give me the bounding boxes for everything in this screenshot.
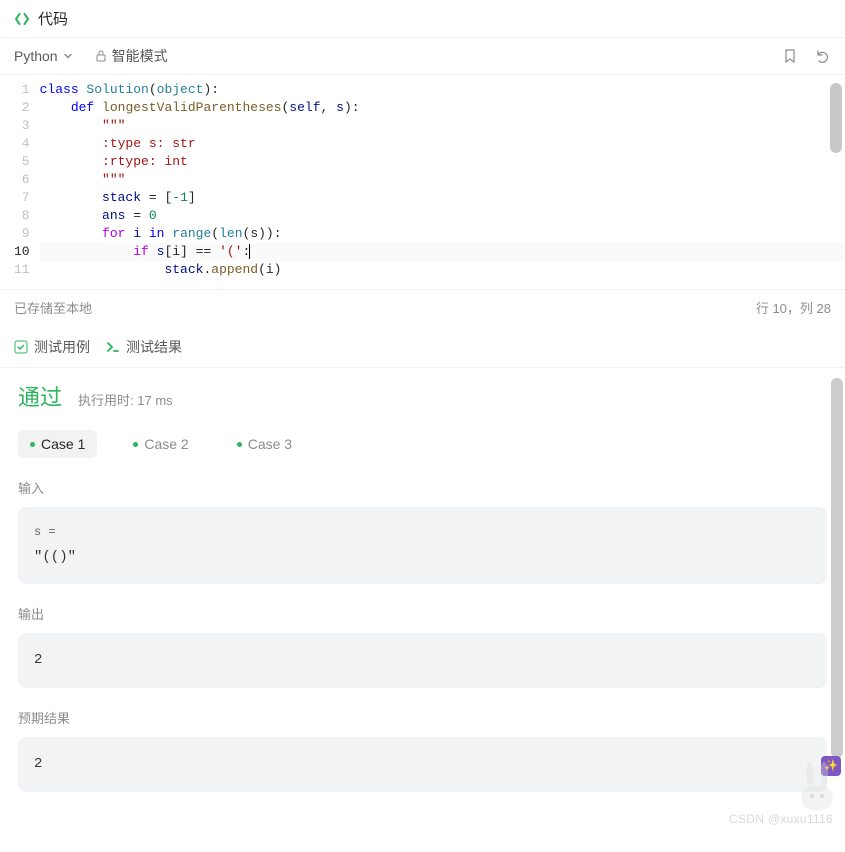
bookmark-icon — [782, 48, 798, 64]
code-line[interactable]: if s[i] == '(': — [40, 243, 845, 261]
output-box: 2 — [18, 633, 827, 688]
line-number: 6 — [14, 171, 30, 189]
code-area[interactable]: class Solution(object): def longestValid… — [40, 81, 845, 279]
tab-label: 测试结果 — [126, 337, 182, 357]
code-line[interactable]: """ — [40, 171, 845, 189]
line-number: 3 — [14, 117, 30, 135]
line-number: 2 — [14, 99, 30, 117]
language-label: Python — [14, 48, 58, 64]
code-line[interactable]: ans = 0 — [40, 207, 845, 225]
line-number: 4 — [14, 135, 30, 153]
editor-toolbar: Python 智能模式 — [0, 38, 845, 75]
line-number: 5 — [14, 153, 30, 171]
result-tabs: 测试用例 测试结果 — [0, 327, 845, 368]
code-line[interactable]: :rtype: int — [40, 153, 845, 171]
code-line[interactable]: """ — [40, 117, 845, 135]
terminal-icon — [106, 340, 120, 354]
runtime-text: 执行用时: 17 ms — [78, 390, 173, 409]
code-line[interactable]: stack.append(i) — [40, 261, 845, 279]
expected-box: 2 — [18, 737, 827, 792]
undo-button[interactable] — [813, 47, 831, 65]
bookmark-button[interactable] — [781, 47, 799, 65]
status-dot — [30, 442, 35, 447]
code-line[interactable]: :type s: str — [40, 135, 845, 153]
code-line[interactable]: for i in range(len(s)): — [40, 225, 845, 243]
tab-test-cases[interactable]: 测试用例 — [14, 337, 90, 357]
save-status: 已存储至本地 — [14, 298, 92, 317]
case-3[interactable]: Case 3 — [225, 430, 304, 458]
undo-icon — [814, 48, 830, 64]
bunny-mascot — [795, 760, 839, 812]
code-line[interactable]: class Solution(object): — [40, 81, 845, 99]
watermark: CSDN @xuxu1116 — [729, 812, 833, 826]
code-icon — [14, 11, 30, 27]
input-label: 输入 — [18, 478, 827, 497]
code-panel-header: 代码 — [0, 0, 845, 38]
result-scrollbar[interactable] — [831, 378, 843, 798]
editor-status-bar: 已存储至本地 行 10，列 28 — [0, 289, 845, 327]
case-1[interactable]: Case 1 — [18, 430, 97, 458]
input-box: s = "(()" — [18, 507, 827, 584]
line-gutter: 1234567891011 — [0, 81, 40, 279]
line-number: 8 — [14, 207, 30, 225]
scroll-thumb[interactable] — [830, 83, 842, 153]
tab-label: 测试用例 — [34, 337, 90, 357]
tab-test-result[interactable]: 测试结果 — [106, 337, 182, 357]
editor-scrollbar[interactable] — [830, 83, 842, 253]
panel-title: 代码 — [38, 8, 68, 29]
smart-mode[interactable]: 智能模式 — [94, 46, 168, 66]
case-2[interactable]: Case 2 — [121, 430, 200, 458]
check-square-icon — [14, 340, 28, 354]
line-number: 10 — [14, 243, 30, 261]
code-editor[interactable]: 1234567891011 class Solution(object): de… — [0, 75, 845, 289]
pass-status: 通过 — [18, 380, 62, 412]
line-number: 7 — [14, 189, 30, 207]
result-body: 通过 执行用时: 17 ms Case 1 Case 2 Case 3 输入 s… — [0, 368, 845, 832]
output-label: 输出 — [18, 604, 827, 623]
line-number: 1 — [14, 81, 30, 99]
case-selector: Case 1 Case 2 Case 3 — [18, 430, 827, 458]
cursor-position: 行 10，列 28 — [756, 298, 831, 317]
line-number: 11 — [14, 261, 30, 279]
chevron-down-icon — [62, 50, 74, 62]
scroll-thumb[interactable] — [831, 378, 843, 758]
mode-label: 智能模式 — [112, 46, 168, 66]
status-dot — [237, 442, 242, 447]
expected-value: 2 — [34, 751, 811, 778]
lock-icon — [94, 49, 108, 63]
input-value: "(()" — [34, 544, 811, 571]
status-dot — [133, 442, 138, 447]
code-line[interactable]: stack = [-1] — [40, 189, 845, 207]
language-selector[interactable]: Python — [14, 48, 74, 64]
input-varname: s = — [34, 521, 811, 544]
code-line[interactable]: def longestValidParentheses(self, s): — [40, 99, 845, 117]
output-value: 2 — [34, 647, 811, 674]
line-number: 9 — [14, 225, 30, 243]
expected-label: 预期结果 — [18, 708, 827, 727]
